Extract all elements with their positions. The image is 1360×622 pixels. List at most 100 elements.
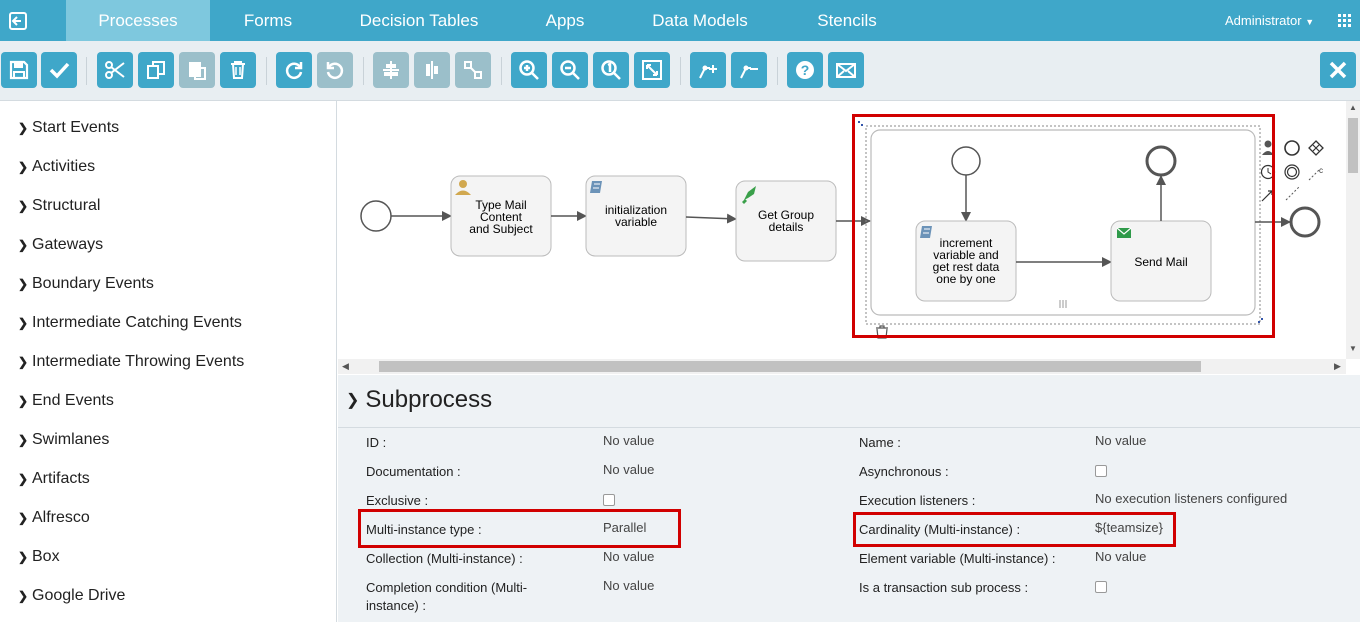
tab-processes[interactable]: Processes [66, 0, 210, 41]
property-value[interactable]: No value [603, 578, 654, 593]
asynchronous-checkbox[interactable] [1095, 465, 1107, 477]
association-icon[interactable] [1308, 169, 1320, 181]
properties-header[interactable]: ❯ Subprocess [346, 386, 492, 414]
zoom-fit-icon [642, 60, 662, 80]
palette-group[interactable]: ❯ Artifacts [18, 468, 90, 490]
user-menu[interactable]: Administrator ▼ [1225, 13, 1314, 28]
save-button[interactable] [1, 52, 37, 88]
validate-icon [49, 62, 70, 79]
task-get-group-details[interactable]: Get Group details [735, 180, 837, 262]
horizontal-scroll-thumb[interactable] [379, 361, 1201, 372]
feedback-icon [836, 63, 856, 78]
remove-bend-point-button[interactable] [731, 52, 767, 88]
property-value[interactable]: No value [603, 433, 654, 448]
end-event[interactable] [1289, 206, 1321, 238]
gateway-icon[interactable] [1308, 140, 1324, 156]
text-annotation-icon[interactable]: c [1319, 166, 1323, 175]
tab-forms[interactable]: Forms [218, 0, 318, 41]
task-label: details [769, 220, 804, 234]
start-event[interactable] [360, 200, 392, 232]
chevron-right-icon: ❯ [18, 199, 29, 213]
paste-button[interactable] [179, 52, 215, 88]
palette-group[interactable]: ❯ Activities [18, 156, 95, 178]
highlight-cardinality [853, 512, 1176, 547]
zoom-actual-button[interactable] [593, 52, 629, 88]
palette-group[interactable]: ❯ Start Events [18, 117, 119, 139]
zoom-out-icon [560, 60, 580, 80]
palette-group[interactable]: ❯ Structural [18, 195, 100, 217]
feedback-button[interactable] [828, 52, 864, 88]
stencil-palette: ❯ Start Events ❯ Activities ❯ Structural ❯ G… [0, 101, 337, 622]
back-icon[interactable] [0, 0, 36, 41]
save-icon [9, 60, 29, 80]
palette-group[interactable]: ❯ Boundary Events [18, 273, 154, 295]
palette-group[interactable]: ❯ Intermediate Catching Events [18, 312, 242, 334]
palette-group[interactable]: ❯ Gateways [18, 234, 103, 256]
copy-button[interactable] [138, 52, 174, 88]
apps-grid-icon[interactable] [1338, 14, 1351, 27]
delete-button[interactable] [220, 52, 256, 88]
property-label: Name : [859, 435, 901, 450]
chevron-right-icon: ❯ [18, 394, 29, 408]
intermediate-event-icon[interactable] [1284, 164, 1300, 180]
palette-group[interactable]: ❯ Swimlanes [18, 429, 109, 451]
delete-icon [231, 61, 245, 79]
task-initialization-variable[interactable]: initialization variable [585, 175, 687, 257]
cut-button[interactable] [97, 52, 133, 88]
validate-button[interactable] [41, 52, 77, 88]
property-label-continued: instance) : [366, 598, 426, 613]
palette-group-label: Structural [32, 197, 101, 214]
palette-group-label: Intermediate Throwing Events [32, 353, 245, 370]
property-value[interactable]: No execution listeners configured [1095, 491, 1287, 506]
align-horizontal-button[interactable] [373, 52, 409, 88]
align-horizontal-icon [383, 61, 399, 79]
palette-group[interactable]: ❯ End Events [18, 390, 114, 412]
end-event-icon[interactable] [1284, 140, 1300, 156]
tab-data-models[interactable]: Data Models [640, 0, 760, 41]
zoom-in-button[interactable] [511, 52, 547, 88]
palette-group[interactable]: ❯ Box [18, 546, 60, 568]
editor-toolbar: ? [0, 41, 1360, 101]
sequence-flow[interactable] [685, 213, 737, 224]
same-size-button[interactable] [455, 52, 491, 88]
property-value[interactable]: No value [1095, 549, 1146, 564]
close-icon [1329, 61, 1347, 79]
help-button[interactable]: ? [787, 52, 823, 88]
redo-button[interactable] [276, 52, 312, 88]
tab-apps[interactable]: Apps [520, 0, 610, 41]
palette-group[interactable]: ❯ Intermediate Throwing Events [18, 351, 244, 373]
align-vertical-button[interactable] [414, 52, 450, 88]
chevron-right-icon: ❯ [18, 121, 29, 135]
zoom-out-button[interactable] [552, 52, 588, 88]
palette-group-label: Swimlanes [32, 431, 110, 448]
tab-stencils[interactable]: Stencils [800, 0, 894, 41]
property-label: Element variable (Multi-instance) : [859, 551, 1056, 566]
property-value[interactable]: No value [603, 462, 654, 477]
scroll-right-icon[interactable]: ▶ [1334, 361, 1341, 372]
vertical-scroll-thumb[interactable] [1348, 118, 1358, 173]
highlight-multi-instance-type [358, 509, 681, 548]
toolbar-separator [777, 57, 778, 85]
property-label: Asynchronous : [859, 464, 949, 479]
palette-group-label: Artifacts [32, 470, 90, 487]
chevron-right-icon: ❯ [18, 277, 29, 291]
highlight-subprocess [852, 114, 1275, 338]
transaction-checkbox[interactable] [1095, 581, 1107, 593]
zoom-fit-button[interactable] [634, 52, 670, 88]
palette-group[interactable]: ❯ Alfresco [18, 507, 90, 529]
palette-group[interactable]: ❯ Google Drive [18, 585, 125, 607]
property-value[interactable]: No value [1095, 433, 1146, 448]
property-value[interactable]: No value [603, 549, 654, 564]
scroll-left-icon[interactable]: ◀ [342, 361, 349, 372]
property-label: Documentation : [366, 464, 461, 479]
scroll-up-icon[interactable]: ▲ [1349, 103, 1357, 112]
task-type-mail[interactable]: Type Mail Content and Subject [450, 175, 552, 257]
close-editor-button[interactable] [1320, 52, 1356, 88]
scroll-down-icon[interactable]: ▼ [1349, 344, 1357, 353]
tab-decision-tables[interactable]: Decision Tables [348, 0, 490, 41]
add-bend-point-button[interactable] [690, 52, 726, 88]
task-label: variable [615, 215, 657, 229]
exclusive-checkbox[interactable] [603, 494, 615, 506]
dotted-connector-icon[interactable] [1285, 185, 1301, 201]
undo-button[interactable] [317, 52, 353, 88]
